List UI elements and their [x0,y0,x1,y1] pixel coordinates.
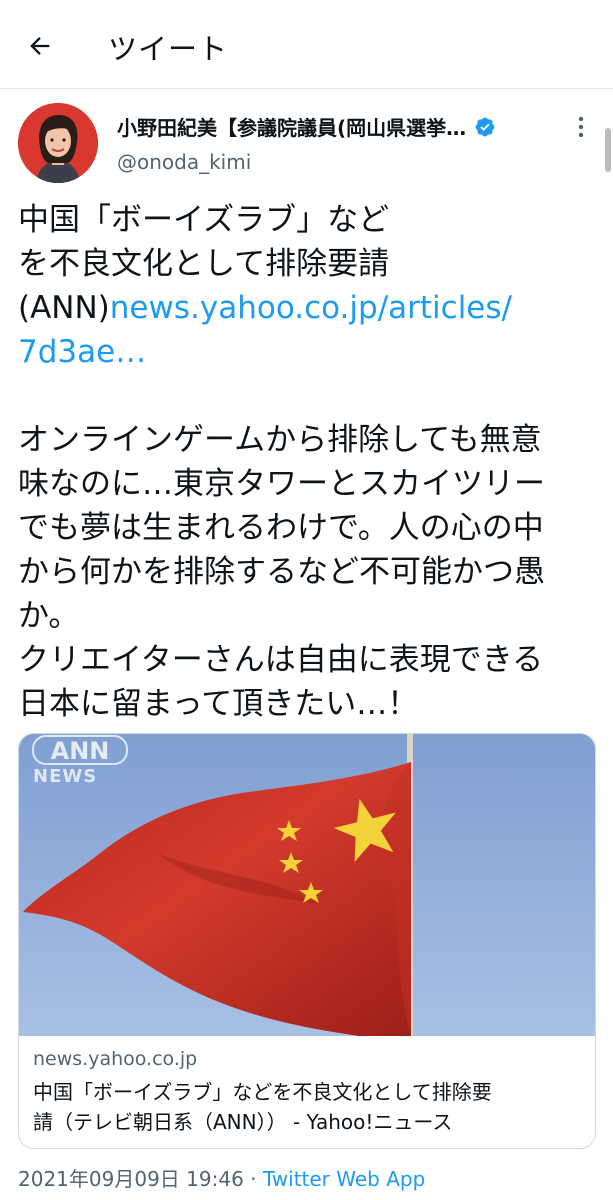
tweet-link[interactable]: news.yahoo.co.jp/articles/ [110,290,512,326]
verified-badge-icon [475,117,495,136]
tweet-source[interactable]: Twitter Web App [263,1167,425,1191]
tweet-text-line: 味なのに…東京タワーとスカイツリー [18,466,545,502]
avatar[interactable] [18,103,98,183]
card-title-line: 請（テレビ朝日系（ANN）） - Yahoo!ニュース [33,1110,453,1134]
tweet-meta: 2021年09月09日 19:46 · Twitter Web App [18,1163,425,1192]
page-title: ツイート [108,32,229,66]
link-preview-card[interactable]: ANN NEWS news.yahoo.co.jp 中国「ボーイズラブ」などを不… [18,733,596,1149]
tweet-text-line: を不良文化として排除要請 [18,246,390,282]
tweet-body: 中国「ボーイズラブ」など を不良文化として排除要請 (ANN)news.yaho… [18,198,598,726]
avatar-image [18,103,98,183]
tweet-text-fragment: (ANN) [18,290,110,326]
card-watermark-top: ANN [51,737,110,765]
tweet-text-line: オンラインゲームから排除しても無意 [18,422,542,458]
tweet-text-line: (ANN)news.yahoo.co.jp/articles/ [18,286,598,330]
card-watermark-bottom: NEWS [33,766,97,787]
tweet-text-line: から何かを排除するなど不可能かつ愚 [18,554,545,590]
tweet-link-continued[interactable]: 7d3ae… [18,330,598,374]
card-title-line: 中国「ボーイズラブ」などを不良文化として排除要 [33,1080,492,1104]
card-domain: news.yahoo.co.jp [33,1048,198,1070]
more-vertical-icon [578,116,584,138]
tweet-header: ツイート [0,0,613,89]
tweet-timestamp[interactable]: 2021年09月09日 19:46 · [18,1167,263,1191]
tweet-text-line: 日本に留まって頂きたい…！ [18,686,419,722]
author-handle[interactable]: @onoda_kimi [117,150,251,174]
author-name-row[interactable]: 小野田紀美【参議院議員(岡山県選挙… [117,112,557,141]
back-button[interactable] [18,24,62,68]
scrollbar[interactable] [605,128,611,172]
tweet-text-line: でも夢は生まれるわけで。人の心の中 [18,510,544,546]
card-title: 中国「ボーイズラブ」などを不良文化として排除要 請（テレビ朝日系（ANN）） -… [33,1077,585,1137]
arrow-left-icon [30,37,50,55]
author-display-name[interactable]: 小野田紀美【参議院議員(岡山県選挙… [117,112,466,141]
tweet-text-line: クリエイターさんは自由に表現できる [18,642,544,678]
card-image: ANN NEWS [19,734,595,1036]
more-options-button[interactable] [566,112,596,142]
tweet-text-line: 中国「ボーイズラブ」など [18,202,390,238]
tweet-text-line: か。 [18,598,80,634]
